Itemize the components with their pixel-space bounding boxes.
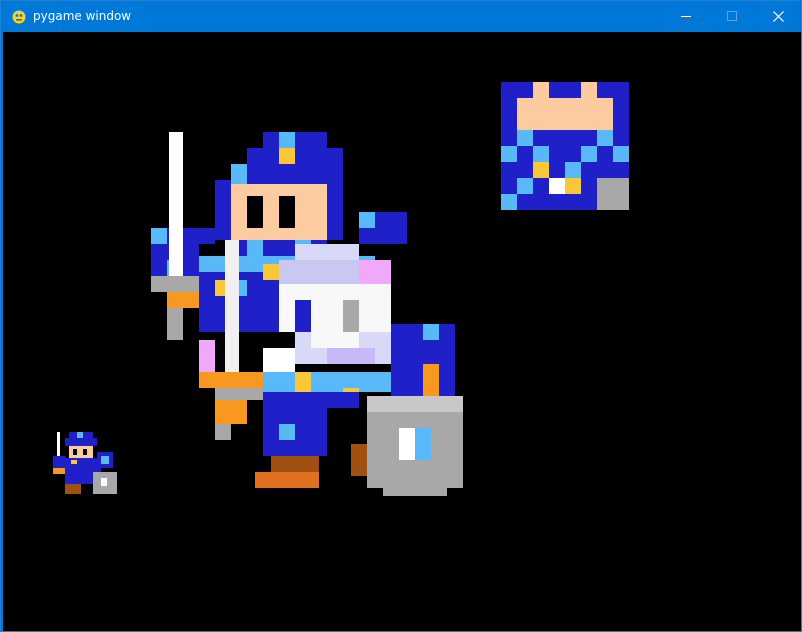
pygame-snake-icon [12,10,26,24]
minimize-button[interactable] [663,1,709,31]
hero-large-sprite [151,132,463,496]
sprite-layer [53,82,629,496]
maximize-icon [727,11,737,21]
hero-small-sprite [53,432,117,494]
maximize-button[interactable] [709,1,755,31]
game-canvas[interactable] [3,32,801,631]
title-bar[interactable]: pygame window [1,1,801,31]
app-window: pygame window [0,0,802,632]
minimize-icon [681,16,691,17]
window-title: pygame window [33,9,132,23]
hero-head-crop-tile [501,82,629,210]
close-icon [772,10,784,22]
close-button[interactable] [755,1,801,31]
